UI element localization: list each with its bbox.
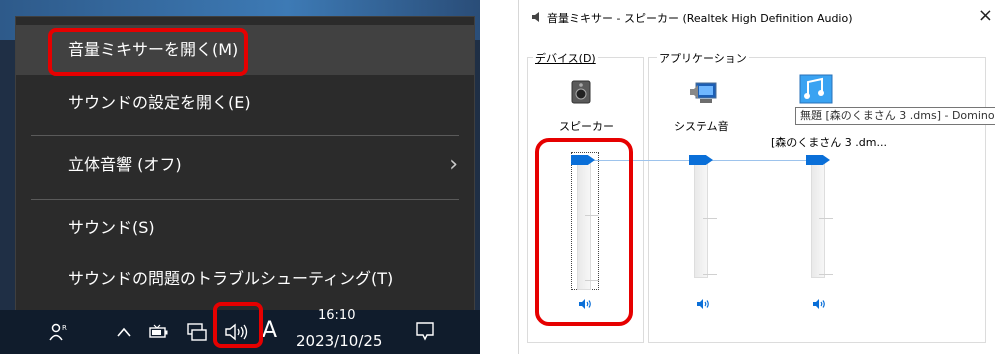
menu-item-sounds[interactable]: サウンド(S) xyxy=(16,203,474,253)
highlight-annotation xyxy=(213,302,263,348)
music-app-icon[interactable] xyxy=(799,74,833,104)
menu-item-label: サウンドの設定を開く(E) xyxy=(68,93,251,112)
slider-tick xyxy=(703,274,717,275)
system-sounds-label: システム音 xyxy=(674,120,729,133)
window-title: 音量ミキサー - スピーカー (Realtek High Definition … xyxy=(547,12,853,25)
menu-item-troubleshoot[interactable]: サウンドの問題のトラブルシューティング(T) xyxy=(16,254,474,304)
highlight-annotation xyxy=(48,28,248,76)
close-button[interactable]: × xyxy=(978,5,993,26)
svg-text:R: R xyxy=(62,324,67,332)
speaker-title-icon xyxy=(532,12,539,22)
device-name-label: スピーカー xyxy=(559,120,614,133)
taskbar-context-area: 音量ミキサーを開く(M) サウンドの設定を開く(E) 立体音響 (オフ) › サ… xyxy=(0,0,480,354)
network-icon[interactable] xyxy=(186,322,208,342)
menu-separator xyxy=(31,135,459,136)
app-volume-slider[interactable] xyxy=(811,160,825,278)
menu-item-label: サウンドの問題のトラブルシューティング(T) xyxy=(68,269,394,288)
app-name-label: [森のくまさん 3 .dm... xyxy=(771,136,887,149)
slider-tick xyxy=(703,218,717,219)
chevron-up-icon[interactable] xyxy=(116,326,132,338)
system-sounds-icon[interactable] xyxy=(689,80,719,106)
app-group-label: アプリケーション xyxy=(657,50,749,66)
person-icon[interactable]: R xyxy=(48,322,68,342)
device-group-label: デバイス(D) xyxy=(533,50,598,66)
system-volume-slider[interactable] xyxy=(694,160,708,278)
clock-time[interactable]: 16:10 xyxy=(318,308,355,323)
app-name-tooltip: 無題 [森のくまさん 3 .dms] - Domino xyxy=(795,107,995,125)
slider-tick xyxy=(819,274,833,275)
clock-date[interactable]: 2023/10/25 xyxy=(296,332,382,350)
battery-icon[interactable] xyxy=(148,324,170,340)
menu-item-open-sound-settings[interactable]: サウンドの設定を開く(E) xyxy=(16,78,474,128)
slider-tick xyxy=(819,218,833,219)
menu-separator xyxy=(31,199,459,200)
volume-mixer-window: 音量ミキサー - スピーカー (Realtek High Definition … xyxy=(518,0,995,354)
menu-item-spatial-sound[interactable]: 立体音響 (オフ) › xyxy=(16,140,474,190)
highlight-annotation xyxy=(535,138,633,326)
screenshot: 音量ミキサーを開く(M) サウンドの設定を開く(E) 立体音響 (オフ) › サ… xyxy=(0,0,995,354)
chevron-right-icon: › xyxy=(449,152,458,177)
ime-indicator[interactable]: A xyxy=(262,318,277,343)
notification-icon[interactable] xyxy=(414,320,436,342)
menu-item-label: サウンド(S) xyxy=(68,218,155,237)
app-mute-button[interactable] xyxy=(812,297,826,311)
menu-item-label: 立体音響 (オフ) xyxy=(68,155,182,174)
system-mute-button[interactable] xyxy=(696,297,710,311)
speaker-device-icon[interactable] xyxy=(571,80,591,104)
